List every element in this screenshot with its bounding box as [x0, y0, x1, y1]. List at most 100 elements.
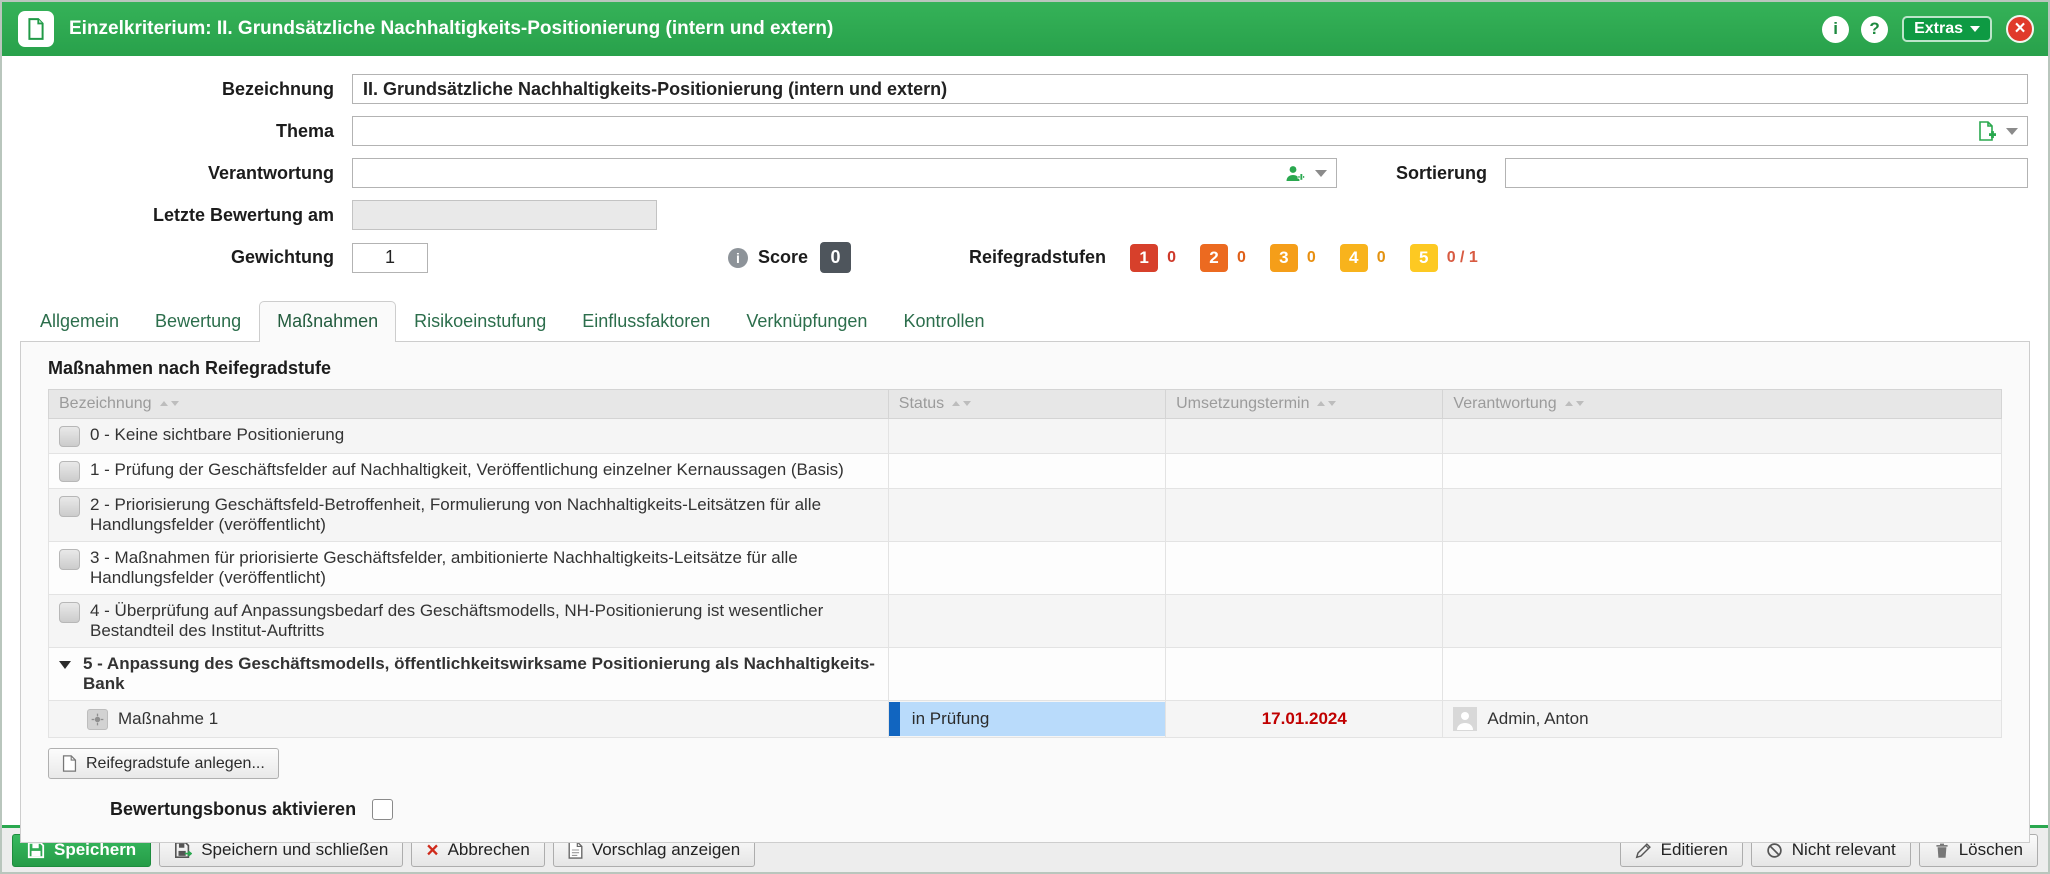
sortierung-input[interactable]: [1505, 158, 2028, 188]
tab-allgemein[interactable]: Allgemein: [22, 301, 137, 342]
reifegrad-4-badge: 4: [1340, 244, 1368, 272]
extras-button[interactable]: Extras: [1902, 16, 1992, 42]
tab-massnahmen[interactable]: Maßnahmen: [259, 301, 396, 342]
reifegrad-2-count: 0: [1237, 249, 1246, 267]
section-title: Maßnahmen nach Reifegradstufe: [48, 358, 2002, 379]
sort-icon: [1317, 401, 1336, 406]
letzte-bewertung-input: [352, 200, 657, 230]
letzte-bewertung-row: Letzte Bewertung am: [2, 200, 2028, 230]
help-icon[interactable]: ?: [1861, 16, 1888, 43]
thema-field: [352, 116, 2028, 146]
tab-bewertung[interactable]: Bewertung: [137, 301, 259, 342]
status-badge: in Prüfung: [889, 702, 1165, 736]
column-header-umsetzungstermin[interactable]: Umsetzungstermin: [1166, 390, 1443, 419]
level-bezeichnung: 1 - Prüfung der Geschäftsfelder auf Nach…: [90, 460, 844, 480]
gewichtung-label: Gewichtung: [2, 247, 352, 268]
tab-einflussfaktoren[interactable]: Einflussfaktoren: [564, 301, 728, 342]
table-row[interactable]: 2 - Priorisierung Geschäftsfeld-Betroffe…: [49, 489, 2002, 542]
tab-verknuepfungen[interactable]: Verknüpfungen: [728, 301, 885, 342]
massnahmen-panel: Maßnahmen nach Reifegradstufe Bezeichnun…: [20, 341, 2030, 843]
gewichtung-input[interactable]: [352, 243, 428, 273]
table-row[interactable]: 1 - Prüfung der Geschäftsfelder auf Nach…: [49, 454, 2002, 489]
reifegrad-badge-group: 10: [1130, 244, 1176, 272]
reifegrad-3-count: 0: [1307, 249, 1316, 267]
reifegrad-5-count: 0 / 1: [1447, 249, 1478, 267]
reifegrad-2-badge: 2: [1200, 244, 1228, 272]
table-row[interactable]: 4 - Überprüfung auf Anpassungsbedarf des…: [49, 595, 2002, 648]
level-bezeichnung: 5 - Anpassung des Geschäftsmodells, öffe…: [83, 654, 878, 694]
table-row-measure[interactable]: Maßnahme 1 in Prüfung 17.01.2024 Admin, …: [49, 701, 2002, 738]
massnahme-bezeichnung: Maßnahme 1: [118, 709, 218, 729]
info-icon[interactable]: i: [1822, 16, 1849, 43]
thema-input[interactable]: [352, 116, 2028, 146]
criterion-form: Bezeichnung Thema Verantwortung: [2, 56, 2048, 273]
massnahme-icon: [87, 709, 108, 730]
trash-icon: [1934, 842, 1950, 859]
table-row[interactable]: 3 - Maßnahmen für priorisierte Geschäfts…: [49, 542, 2002, 595]
column-header-bezeichnung[interactable]: Bezeichnung: [49, 390, 889, 419]
sort-icon: [1565, 401, 1584, 406]
reifegrad-badge-group: 20: [1200, 244, 1246, 272]
reifegrad-4-count: 0: [1377, 249, 1386, 267]
chevron-down-icon: [1970, 26, 1980, 32]
reifegrad-3-badge: 3: [1270, 244, 1298, 272]
save-icon: [27, 841, 45, 859]
gewichtung-row: Gewichtung i Score 0 Reifegradstufen 10 …: [2, 242, 2028, 273]
level-bezeichnung: 3 - Maßnahmen für priorisierte Geschäfts…: [90, 548, 878, 588]
score-cluster: i Score 0 Reifegradstufen 10 20 30 40 50…: [728, 242, 1478, 273]
verantwortung-row: Verantwortung Sortierung: [2, 158, 2028, 188]
level-status-icon: [59, 426, 80, 447]
level-status-icon: [59, 496, 80, 517]
new-document-icon: [62, 755, 77, 772]
reifegrad-5-badge: 5: [1410, 244, 1438, 272]
column-header-status[interactable]: Status: [888, 390, 1165, 419]
bezeichnung-input[interactable]: [352, 74, 2028, 104]
tab-risikoeinstufung[interactable]: Risikoeinstufung: [396, 301, 564, 342]
add-document-icon[interactable]: [1976, 121, 1996, 141]
level-status-icon: [59, 461, 80, 482]
reifegrad-badge-group: 5 0 / 1: [1410, 244, 1478, 272]
thema-label: Thema: [2, 121, 352, 142]
verantwortung-input[interactable]: [352, 158, 1337, 188]
thema-row: Thema: [2, 116, 2028, 146]
suggestion-document-icon: [568, 841, 583, 859]
column-header-verantwortung[interactable]: Verantwortung: [1443, 390, 2002, 419]
level-bezeichnung: 0 - Keine sichtbare Positionierung: [90, 425, 344, 445]
add-reifegradstufe-button[interactable]: Reifegradstufe anlegen...: [48, 748, 279, 779]
verantwortung-field: [352, 158, 1337, 188]
reifegrad-badge-group: 40: [1340, 244, 1386, 272]
score-badge: 0: [820, 242, 851, 273]
table-row-expanded[interactable]: 5 - Anpassung des Geschäftsmodells, öffe…: [49, 648, 2002, 701]
score-label: Score: [758, 247, 808, 268]
umsetzungstermin-value: 17.01.2024: [1166, 701, 1443, 738]
close-icon[interactable]: ×: [2006, 15, 2034, 43]
reifegrad-1-badge: 1: [1130, 244, 1158, 272]
score-info-icon[interactable]: i: [728, 248, 748, 268]
add-reifegradstufe-label: Reifegradstufe anlegen...: [86, 755, 265, 773]
save-close-icon: [174, 841, 192, 859]
bewertungsbonus-row: Bewertungsbonus aktivieren: [110, 799, 2002, 820]
level-status-icon: [59, 602, 80, 623]
pencil-icon: [1635, 842, 1652, 859]
level-status-icon: [59, 549, 80, 570]
sort-icon: [160, 401, 179, 406]
bewertungsbonus-label: Bewertungsbonus aktivieren: [110, 799, 356, 820]
level-bezeichnung: 2 - Priorisierung Geschäftsfeld-Betroffe…: [90, 495, 878, 535]
verantwortung-value: Admin, Anton: [1487, 709, 1588, 729]
table-header-row: Bezeichnung Status Umsetzungstermin Vera…: [49, 390, 2002, 419]
table-row[interactable]: 0 - Keine sichtbare Positionierung: [49, 419, 2002, 454]
massnahmen-table: Bezeichnung Status Umsetzungstermin Vera…: [48, 389, 2002, 738]
sort-icon: [952, 401, 971, 406]
chevron-down-icon[interactable]: [1315, 170, 1327, 177]
tab-kontrollen[interactable]: Kontrollen: [885, 301, 1002, 342]
chevron-down-icon[interactable]: [2006, 128, 2018, 135]
reifegrad-badge-group: 30: [1270, 244, 1316, 272]
collapse-caret-icon[interactable]: [59, 661, 71, 669]
level-bezeichnung: 4 - Überprüfung auf Anpassungsbedarf des…: [90, 601, 878, 641]
letzte-bewertung-label: Letzte Bewertung am: [2, 205, 352, 226]
circle-slash-icon: [1766, 842, 1783, 859]
page-title: Einzelkriterium: II. Grundsätzliche Nach…: [69, 18, 1810, 40]
add-person-icon[interactable]: [1285, 163, 1305, 183]
bewertungsbonus-checkbox[interactable]: [372, 799, 393, 820]
reifegrad-1-count: 0: [1167, 249, 1176, 267]
